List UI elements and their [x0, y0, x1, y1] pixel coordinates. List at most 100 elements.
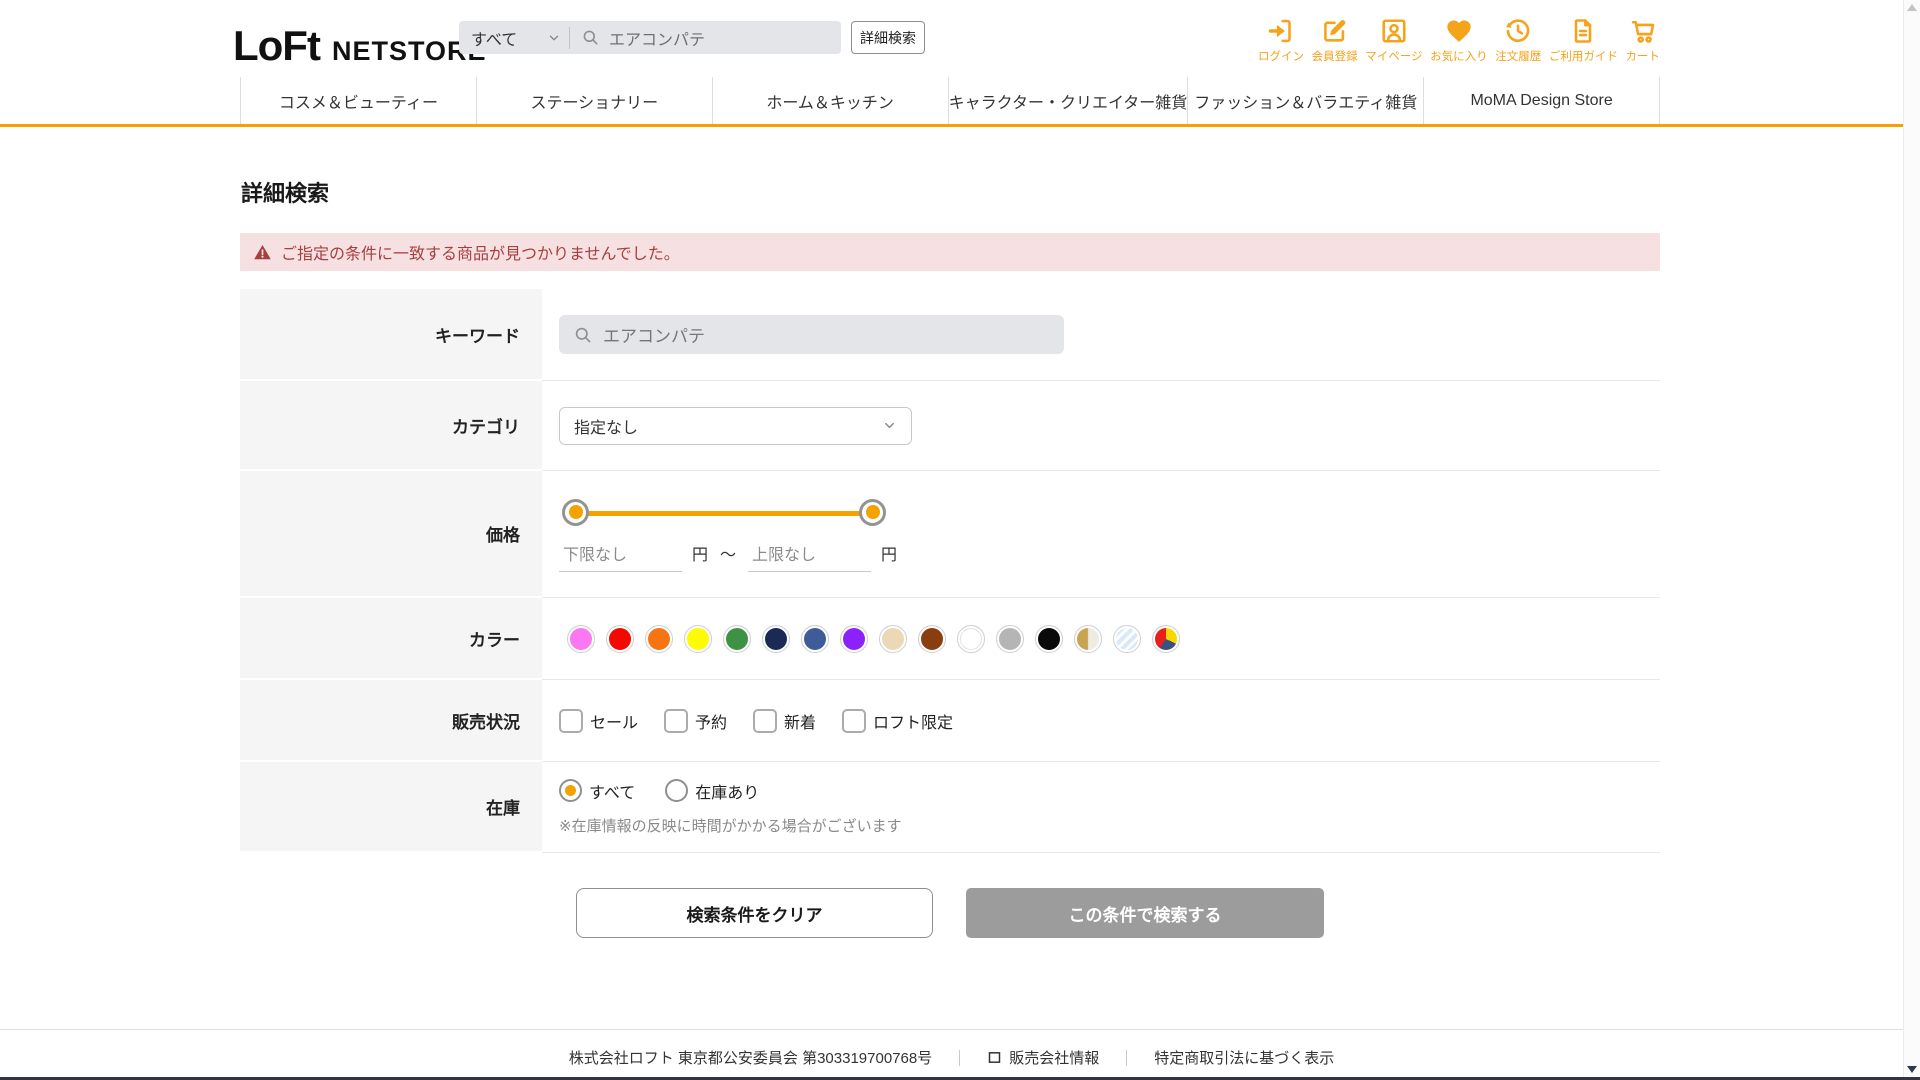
- price-slider-track: [575, 510, 873, 516]
- footer-link-label: 販売会社情報: [1009, 1050, 1100, 1067]
- nav-item-stationery[interactable]: ステーショナリー: [475, 77, 712, 124]
- color-swatch-multicolor[interactable]: [1152, 624, 1180, 653]
- checkbox-loft-exclusive[interactable]: ロフト限定: [842, 708, 954, 733]
- color-swatch-blue[interactable]: [801, 624, 829, 653]
- color-swatch-gold-silver[interactable]: [1074, 624, 1102, 653]
- radio-button-selected[interactable]: [559, 779, 582, 802]
- sales-status-label: 販売状況: [240, 680, 542, 762]
- checkbox-new-arrival[interactable]: 新着: [753, 708, 816, 733]
- header-accent-line: [0, 124, 1903, 127]
- stock-row: 在庫 すべて 在庫あり ※在庫情報の反映に時間がかかる場合がございます: [240, 762, 1660, 853]
- chevron-down-icon: [885, 422, 894, 429]
- error-message-text: ご指定の条件に一致する商品が見つかりませんでした。: [281, 246, 680, 263]
- loft-netstore-logo[interactable]: LoFt NETSTORE: [233, 22, 486, 70]
- color-swatch-pink[interactable]: [567, 624, 595, 653]
- vertical-scrollbar[interactable]: [1903, 0, 1920, 1080]
- price-min-unit: 円: [692, 546, 709, 564]
- category-select-value: 指定なし: [574, 419, 639, 437]
- color-swatch-yellow[interactable]: [684, 624, 712, 653]
- search-icon: [575, 327, 591, 343]
- stock-note: ※在庫情報の反映に時間がかかる場合がございます: [559, 817, 902, 835]
- price-slider-min-handle[interactable]: [562, 498, 589, 526]
- price-slider-max-handle[interactable]: [859, 498, 886, 526]
- checkbox-box[interactable]: [842, 708, 867, 733]
- header-link-guide[interactable]: ご利用ガイド: [1549, 17, 1618, 64]
- footer: 株式会社ロフト 東京都公安委員会 第303319700768号 販売会社情報 特…: [0, 1029, 1903, 1068]
- scrollbar-up-arrow-icon[interactable]: [1907, 4, 1917, 11]
- checkbox-box[interactable]: [753, 708, 778, 733]
- color-swatch-gray[interactable]: [996, 624, 1024, 653]
- order-history-icon: [1506, 19, 1530, 42]
- header-link-register[interactable]: 会員登録: [1312, 17, 1358, 64]
- price-row: 価格 円 〜 円: [240, 471, 1660, 598]
- header-link-mypage[interactable]: マイページ: [1365, 17, 1423, 64]
- header-link-label: ご利用ガイド: [1548, 51, 1618, 63]
- checkbox-box[interactable]: [664, 708, 689, 733]
- color-swatch-green[interactable]: [723, 624, 751, 653]
- color-swatch-black[interactable]: [1035, 624, 1063, 653]
- price-max-unit: 円: [881, 546, 898, 564]
- header-link-label: マイページ: [1365, 51, 1423, 63]
- header-link-order-history[interactable]: 注文履歴: [1495, 17, 1541, 64]
- category-select[interactable]: 指定なし: [559, 406, 912, 445]
- color-swatches: [567, 624, 1660, 653]
- header-link-label: カート: [1625, 51, 1660, 63]
- color-swatch-navy[interactable]: [762, 624, 790, 653]
- color-label: カラー: [240, 598, 542, 680]
- header-link-login[interactable]: ログイン: [1258, 17, 1304, 64]
- footer-divider: [1126, 1049, 1128, 1066]
- nav-item-cosmetics[interactable]: コスメ＆ビューティー: [240, 77, 476, 124]
- header-quick-links: ログイン 会員登録 マイページ お気に入り 注文履歴 ご利用ガイド カート: [1258, 17, 1660, 64]
- color-swatch-beige[interactable]: [879, 624, 907, 653]
- scrollbar-down-arrow-icon[interactable]: [1907, 1066, 1917, 1073]
- color-swatch-brown[interactable]: [918, 624, 946, 653]
- nav-item-moma[interactable]: MoMA Design Store: [1423, 77, 1661, 124]
- price-min-input[interactable]: [559, 544, 682, 572]
- login-icon: [1268, 19, 1291, 43]
- radio-all[interactable]: すべて: [559, 779, 635, 803]
- checkbox-sale[interactable]: セール: [559, 708, 638, 733]
- color-swatch-white[interactable]: [957, 624, 985, 653]
- color-swatch-orange[interactable]: [645, 624, 673, 653]
- checkbox-box[interactable]: [559, 708, 583, 733]
- stock-label: 在庫: [240, 762, 542, 853]
- header-search-bar: すべて: [459, 21, 841, 54]
- keyword-label: キーワード: [240, 289, 542, 381]
- nav-item-character-goods[interactable]: キャラクター・クリエイター雑貨: [947, 77, 1187, 124]
- price-max-input[interactable]: [748, 544, 872, 572]
- header-search-input[interactable]: [609, 28, 839, 47]
- nav-item-fashion-variety[interactable]: ファッション＆バラエティ雑貨: [1187, 77, 1423, 124]
- loft-netstore-advanced-search-page: LoFt NETSTORE すべて 詳細検索 ログイン 会員登録 マイページ お…: [0, 0, 1920, 1080]
- radio-in-stock[interactable]: 在庫あり: [665, 779, 759, 803]
- header-link-label: 会員登録: [1311, 51, 1358, 63]
- category-label: カテゴリ: [240, 381, 542, 471]
- price-label: 価格: [240, 471, 542, 598]
- color-swatch-clear[interactable]: [1113, 624, 1141, 653]
- sales-status-row: 販売状況 セール 予約 新着 ロフト限定: [240, 680, 1660, 762]
- cart-icon: [1631, 20, 1655, 43]
- search-with-conditions-button[interactable]: この条件で検索する: [966, 888, 1324, 938]
- clear-conditions-button[interactable]: 検索条件をクリア: [576, 888, 933, 938]
- mypage-icon: [1382, 19, 1406, 43]
- advanced-search-button[interactable]: 詳細検索: [851, 21, 925, 54]
- footer-link-seller-info[interactable]: 販売会社情報: [987, 1047, 1099, 1068]
- color-swatch-purple[interactable]: [840, 624, 868, 653]
- chevron-down-icon: [549, 35, 559, 40]
- color-swatch-red[interactable]: [606, 624, 634, 653]
- checkbox-label: ロフト限定: [873, 714, 954, 732]
- heart-icon: [1447, 20, 1471, 42]
- stock-options: すべて 在庫あり: [559, 779, 1660, 803]
- header-link-label: 注文履歴: [1495, 51, 1542, 63]
- footer-divider: [959, 1049, 961, 1066]
- keyword-input[interactable]: [603, 324, 1023, 345]
- nav-item-home-kitchen[interactable]: ホーム＆キッチン: [711, 77, 948, 124]
- header-link-favorites[interactable]: お気に入り: [1430, 17, 1488, 64]
- checkbox-reservation[interactable]: 予約: [664, 708, 727, 733]
- form-actions: 検索条件をクリア この条件で検索する: [240, 888, 1660, 938]
- search-category-select[interactable]: すべて: [459, 21, 569, 54]
- radio-button[interactable]: [665, 779, 689, 802]
- footer-link-commercial-law[interactable]: 特定商取引法に基づく表示: [1154, 1047, 1334, 1068]
- header-link-cart[interactable]: カート: [1625, 17, 1660, 64]
- price-range-separator: 〜: [720, 546, 737, 564]
- advanced-search-form: キーワード カテゴリ 指定なし 価格: [240, 289, 1660, 853]
